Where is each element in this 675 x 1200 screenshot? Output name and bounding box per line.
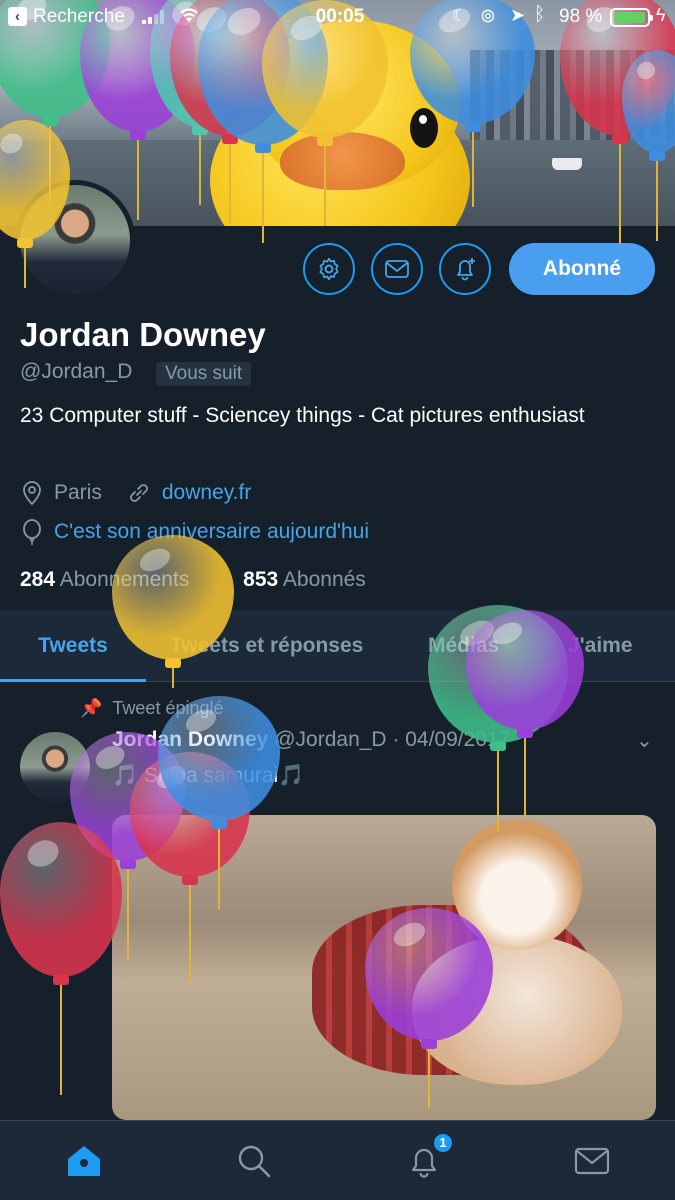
wifi-icon (178, 6, 200, 30)
tweet-header: Jordan Downey @Jordan_D · 04/09/2017 (112, 728, 510, 752)
balloon-icon (23, 519, 41, 545)
rotation-lock-icon: ⊚ (480, 6, 496, 27)
tab-likes[interactable]: J'aime (568, 610, 633, 682)
bluetooth-icon: ᛒ (534, 4, 546, 25)
message-button[interactable] (371, 243, 423, 295)
gear-icon (319, 257, 339, 281)
profile-handle: @Jordan_D (20, 360, 133, 383)
envelope-icon (385, 260, 409, 278)
battery-percent: 98 % (559, 6, 603, 27)
charging-bolt-icon: ϟ (656, 5, 666, 25)
rubber-duck-eye (410, 108, 438, 148)
back-label[interactable]: Recherche (33, 6, 125, 28)
following-stat[interactable]: 284 Abonnements (20, 568, 189, 591)
tab-tweets[interactable]: Tweets (0, 610, 146, 682)
location-arrow-icon: ➤ (510, 5, 526, 25)
signal-icon (142, 10, 164, 24)
status-bar: ‹ Recherche 00:05 ☾ ⊚ ➤ ᛒ 98 % ϟ (0, 0, 675, 34)
shiba-body (412, 935, 622, 1085)
moon-icon: ☾ (452, 6, 468, 25)
back-arrow-icon[interactable]: ‹ (8, 7, 27, 26)
nav-home[interactable] (64, 1141, 104, 1181)
profile-website-link[interactable]: downey.fr (162, 481, 252, 505)
settings-button[interactable] (303, 243, 355, 295)
tweet-handle-date: @Jordan_D · 04/09/2017 (274, 728, 511, 751)
profile-birthday-row: C'est son anniversaire aujourd'hui (20, 518, 369, 546)
profile-meta-row: Paris downey.fr (20, 480, 251, 506)
tweet-avatar[interactable] (20, 732, 90, 802)
link-icon (129, 484, 148, 502)
location-pin-icon (23, 481, 41, 506)
search-icon (238, 1145, 271, 1178)
profile-bio: 23 Computer stuff - Sciencey things - Ca… (20, 404, 585, 427)
balloon (0, 822, 122, 1112)
tweet-image[interactable] (112, 815, 656, 1120)
rubber-duck-beak (280, 132, 405, 190)
shiba-head (452, 820, 582, 950)
tweet-text: 🎵 Shiba samurai🎵 (112, 764, 305, 787)
battery-icon (610, 8, 653, 27)
profile-tabs: Tweets Tweets et réponses Médias J'aime (0, 610, 675, 682)
home-icon (68, 1146, 100, 1176)
pin-icon: 📌 (80, 698, 103, 718)
tab-media[interactable]: Médias (428, 610, 499, 682)
profile-avatar[interactable] (15, 180, 135, 300)
boat (552, 158, 582, 170)
tab-tweets-and-replies[interactable]: Tweets et réponses (170, 610, 363, 682)
nav-messages[interactable] (572, 1141, 612, 1181)
bottom-nav (0, 1120, 675, 1200)
notification-count-badge: 1 (432, 1132, 454, 1154)
nav-search[interactable] (234, 1141, 274, 1181)
city-skyline (470, 50, 675, 140)
followers-stat[interactable]: 853 Abonnés (243, 568, 366, 591)
bell-plus-icon (457, 258, 475, 281)
follow-stats: 284 Abonnements 853 Abonnés (20, 568, 366, 592)
clock-time: 00:05 (315, 6, 365, 27)
pinned-indicator: 📌 Tweet épinglé (80, 698, 224, 718)
profile-birthday-text[interactable]: C'est son anniversaire aujourd'hui (54, 520, 369, 544)
envelope-icon (574, 1147, 610, 1175)
profile-location: Paris (54, 481, 102, 504)
tweet-author[interactable]: Jordan Downey (112, 728, 268, 751)
notifications-toggle-button[interactable] (439, 243, 491, 295)
follows-you-badge: Vous suit (156, 362, 252, 386)
chevron-down-icon[interactable]: ⌄ (636, 728, 653, 753)
profile-name: Jordan Downey (20, 316, 266, 353)
following-button[interactable]: Abonné (509, 243, 655, 295)
